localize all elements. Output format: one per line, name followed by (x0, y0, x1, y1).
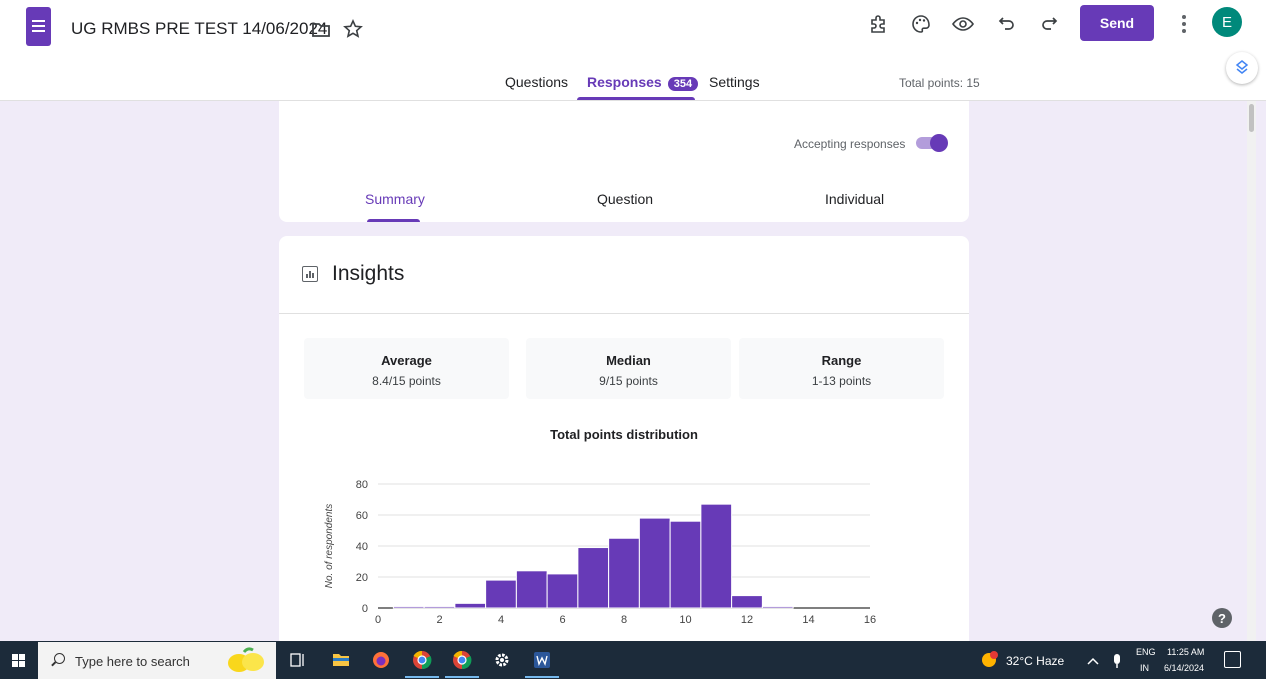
chrome-profile-active-indicator (405, 676, 439, 678)
x-tick-label: 14 (802, 614, 814, 626)
histogram-bar (731, 595, 763, 609)
y-tick-label: 20 (356, 572, 368, 584)
task-view-icon[interactable] (287, 649, 309, 671)
stat-median-label: Median (606, 353, 651, 368)
account-avatar[interactable]: E (1212, 7, 1242, 37)
x-tick-label: 8 (621, 614, 627, 626)
histogram-bar (515, 570, 548, 609)
stat-range-label: Range (821, 353, 862, 368)
firefox-icon[interactable] (370, 649, 392, 671)
y-tick-label: 40 (356, 541, 368, 553)
clock-date[interactable]: 6/14/2024 (1164, 663, 1204, 673)
tray-overflow-chevron-icon[interactable] (1082, 650, 1104, 672)
forms-logo-icon[interactable] (26, 7, 51, 46)
windows-start-icon[interactable] (12, 654, 25, 667)
help-icon[interactable]: ? (1212, 608, 1232, 628)
notification-center-icon[interactable] (1224, 651, 1241, 668)
subtab-individual[interactable]: Individual (825, 191, 884, 207)
insights-title: Insights (332, 262, 405, 285)
y-tick-label: 0 (362, 603, 368, 615)
tab-settings[interactable]: Settings (709, 74, 760, 90)
stat-average: Average 8.4/15 points (304, 338, 509, 399)
x-tick-label: 12 (741, 614, 753, 626)
extension-icon[interactable] (1226, 52, 1258, 84)
chrome-icon[interactable] (451, 649, 473, 671)
addon-icon[interactable] (865, 11, 891, 37)
stat-average-label: Average (381, 353, 432, 368)
y-axis-label: No. of respondents (324, 504, 335, 589)
histogram-bar (608, 537, 640, 609)
x-tick-label: 0 (375, 614, 381, 626)
histogram-bar (485, 579, 517, 609)
y-tick-label: 80 (356, 479, 368, 491)
search-icon (54, 653, 65, 664)
undo-icon[interactable] (994, 11, 1020, 37)
x-tick-label: 4 (498, 614, 504, 626)
responses-count-badge: 354 (667, 77, 699, 91)
more-options-icon[interactable] (1176, 12, 1192, 36)
active-tab-indicator (577, 97, 695, 100)
histogram-bar (546, 573, 579, 609)
tab-responses-label: Responses (587, 74, 662, 90)
weather-icon[interactable] (980, 650, 1000, 670)
x-tick-label: 16 (864, 614, 876, 626)
file-explorer-icon[interactable] (330, 649, 352, 671)
x-tick-label: 10 (679, 614, 691, 626)
stat-range: Range 1-13 points (739, 338, 944, 399)
histogram-bar (577, 547, 610, 609)
stat-average-value: 8.4/15 points (372, 374, 441, 388)
word-icon[interactable] (531, 649, 553, 671)
histogram-bar (669, 520, 702, 609)
settings-gear-icon[interactable] (491, 649, 513, 671)
tab-responses[interactable]: Responses 354 (587, 74, 699, 91)
x-tick-label: 2 (436, 614, 442, 626)
stat-median-value: 9/15 points (599, 374, 658, 388)
histogram-bar (700, 503, 733, 609)
y-tick-label: 60 (356, 510, 368, 522)
redo-icon[interactable] (1036, 11, 1062, 37)
page-scrollbar[interactable] (1247, 101, 1256, 641)
histogram-bar (392, 605, 425, 609)
language-code[interactable]: ENG (1136, 647, 1156, 657)
scrollbar-thumb[interactable] (1249, 104, 1254, 132)
lemons-search-highlight-icon[interactable] (224, 646, 268, 676)
stat-range-value: 1-13 points (811, 374, 872, 388)
send-button[interactable]: Send (1080, 5, 1154, 41)
chart-title: Total points distribution (550, 427, 698, 442)
clock-time[interactable]: 11:25 AM (1167, 647, 1204, 657)
accepting-responses-toggle[interactable] (914, 134, 948, 152)
document-title[interactable]: UG RMBS PRE TEST 14/06/2024 (71, 19, 327, 39)
chrome-active-indicator (445, 676, 479, 678)
language-region[interactable]: IN (1140, 663, 1149, 673)
total-points-label: Total points: 15 (899, 76, 980, 90)
folder-icon[interactable] (310, 18, 332, 40)
insights-chart-icon (302, 266, 318, 282)
tab-questions[interactable]: Questions (505, 74, 568, 90)
histogram-bar (761, 605, 794, 609)
chrome-profile-icon[interactable] (411, 649, 433, 671)
subtab-question[interactable]: Question (597, 191, 653, 207)
star-icon[interactable] (342, 18, 364, 40)
points-distribution-chart: 0 20 40 60 80 0 2 4 6 8 10 12 14 16 No. of respondents (324, 479, 876, 626)
toggle-knob (930, 134, 948, 152)
histogram-bar (638, 517, 671, 609)
stat-median: Median 9/15 points (526, 338, 731, 399)
subtab-indicator (367, 219, 420, 222)
insights-divider (279, 313, 969, 314)
palette-icon[interactable] (908, 11, 934, 37)
x-tick-label: 6 (559, 614, 565, 626)
taskbar-search-placeholder: Type here to search (75, 654, 190, 669)
accepting-responses-label: Accepting responses (794, 137, 906, 151)
weather-label[interactable]: 32°C Haze (1006, 654, 1064, 668)
histogram-bar (454, 602, 487, 609)
word-active-indicator (525, 676, 559, 678)
microphone-icon[interactable] (1106, 650, 1128, 672)
subtab-summary[interactable]: Summary (365, 191, 425, 207)
histogram-bar (423, 605, 456, 609)
preview-icon[interactable] (950, 11, 976, 37)
